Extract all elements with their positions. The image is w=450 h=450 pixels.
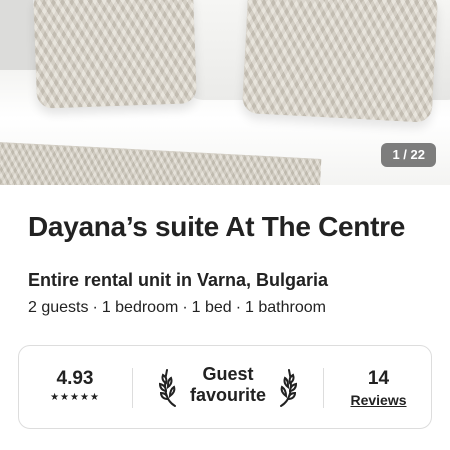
guest-favourite-line2: favourite bbox=[189, 385, 267, 405]
guest-favourite-line1: Guest bbox=[202, 364, 254, 384]
detail-separator: · bbox=[92, 299, 98, 316]
detail-guests: 2 guests bbox=[28, 299, 89, 316]
reviews-link[interactable]: Reviews bbox=[324, 392, 433, 408]
detail-separator: · bbox=[182, 299, 188, 316]
rating-stars-icon: ★★★★★ bbox=[50, 392, 100, 403]
review-count: 14 bbox=[367, 368, 390, 389]
listing-capacity-details: 2 guests · 1 bedroom · 1 bed · 1 bathroom bbox=[28, 299, 326, 317]
listing-subtitle: Entire rental unit in Varna, Bulgaria bbox=[28, 270, 329, 290]
guest-favourite-stat: Guest favourite bbox=[133, 346, 323, 430]
detail-beds: 1 bed bbox=[191, 299, 232, 316]
listing-details-panel: Dayana’s suite At The Centre Entire rent… bbox=[0, 185, 450, 450]
rating-value: 4.93 bbox=[56, 368, 94, 389]
listing-title: Dayana’s suite At The Centre bbox=[28, 211, 405, 242]
photo-knit-pillow-right bbox=[241, 0, 439, 123]
laurel-right-icon bbox=[280, 369, 297, 407]
guest-favourite-card[interactable]: 4.93 ★★★★★ Guest favourite 14 Reviews bbox=[18, 345, 432, 429]
rating-stat: 4.93 ★★★★★ bbox=[19, 346, 131, 430]
reviews-stat: 14 Reviews bbox=[324, 346, 433, 430]
detail-bedrooms: 1 bedroom bbox=[101, 299, 179, 316]
laurel-left-icon bbox=[159, 369, 176, 407]
detail-separator: · bbox=[235, 299, 242, 316]
photo-knit-pillow-left bbox=[32, 0, 198, 109]
listing-photo[interactable]: 1 / 22 bbox=[0, 0, 450, 185]
photo-counter-badge: 1 / 22 bbox=[381, 143, 436, 167]
guest-favourite-label: Guest favourite bbox=[185, 364, 271, 406]
detail-bathrooms: 1 bathroom bbox=[245, 299, 326, 316]
